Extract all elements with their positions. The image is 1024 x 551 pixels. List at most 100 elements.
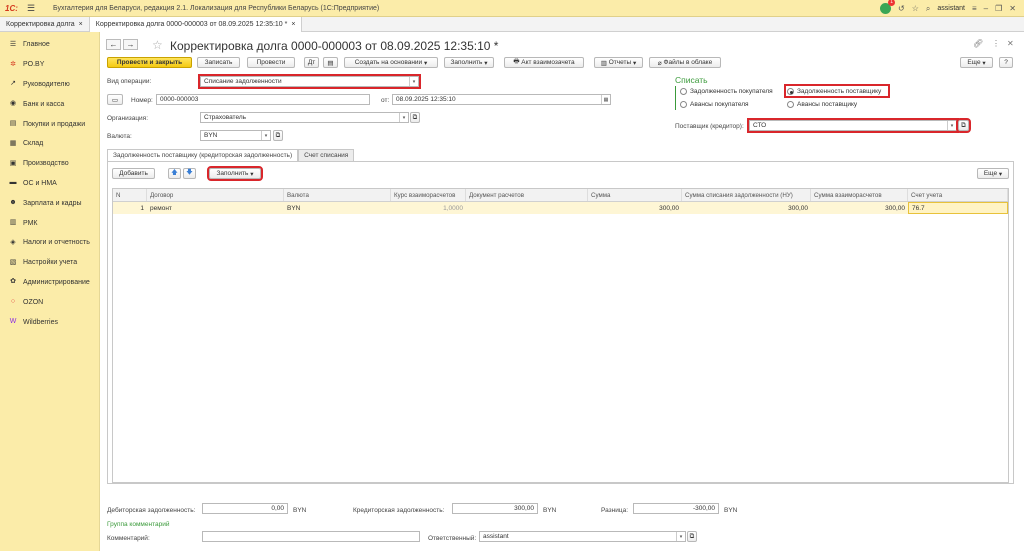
- column-header[interactable]: Сумма взаиморасчетов: [811, 189, 908, 201]
- sidebar-item-people[interactable]: ☻ Зарплата и кадры: [0, 193, 99, 213]
- table-more-button[interactable]: Еще ▾: [977, 168, 1009, 179]
- table-cell[interactable]: ремонт: [147, 202, 284, 214]
- date-field[interactable]: 08.09.2025 12:35:10 ▦: [392, 94, 611, 105]
- tab-debt-correction-doc[interactable]: Корректировка долга 0000-000003 от 08.09…: [89, 17, 303, 32]
- cloud-files-button[interactable]: ⌀ Файлы в облаке: [649, 57, 721, 68]
- sidebar-item-chart[interactable]: ↗ Руководителю: [0, 75, 99, 95]
- close-window-icon[interactable]: ✕: [1009, 4, 1016, 13]
- structure-icon[interactable]: ▤: [323, 57, 338, 68]
- dt-kt-icon[interactable]: Дт: [304, 57, 319, 68]
- column-header[interactable]: Сумма: [588, 189, 682, 201]
- table-cell[interactable]: 300,00: [682, 202, 811, 214]
- sidebar-item-warehouse[interactable]: ▦ Склад: [0, 134, 99, 154]
- table-cell[interactable]: 76.7: [908, 202, 1008, 214]
- history-icon[interactable]: ↺: [898, 4, 905, 13]
- dropdown-icon[interactable]: ▾: [676, 532, 685, 541]
- radio-supplier-advances[interactable]: Авансы поставщику: [787, 101, 857, 108]
- fill-button[interactable]: Заполнить ▾: [444, 57, 494, 68]
- sidebar-item-ozon[interactable]: ○ OZON: [0, 292, 99, 312]
- column-header[interactable]: Счет учета: [908, 189, 1008, 201]
- create-based-on-button[interactable]: Создать на основании ▾: [344, 57, 438, 68]
- back-button[interactable]: ←: [106, 39, 121, 50]
- forward-button[interactable]: →: [123, 39, 138, 50]
- favorites-icon[interactable]: ☆: [912, 4, 919, 13]
- move-down-icon[interactable]: 🡇: [183, 168, 196, 179]
- radio-supplier-debt[interactable]: Задолженность поставщику: [787, 88, 881, 95]
- sidebar-item-menu[interactable]: ☰ Главное: [0, 35, 99, 55]
- sidebar-item-label: ОС и НМА: [23, 179, 57, 187]
- table-fill-label: Заполнить: [216, 170, 249, 177]
- table-cell[interactable]: 300,00: [811, 202, 908, 214]
- column-header[interactable]: Валюта: [284, 189, 391, 201]
- sidebar-item-wildberries[interactable]: W Wildberries: [0, 312, 99, 332]
- more-actions-icon[interactable]: ⋮: [992, 39, 1000, 48]
- move-up-icon[interactable]: 🡅: [168, 168, 181, 179]
- more-button[interactable]: Еще ▾: [960, 57, 993, 68]
- sidebar-item-assets[interactable]: ▬ ОС и НМА: [0, 174, 99, 194]
- sidebar-item-star[interactable]: ✲ PO.BY: [0, 55, 99, 75]
- sidebar-item-tax[interactable]: ◈ Налоги и отчетность: [0, 233, 99, 253]
- post-and-close-button[interactable]: Провести и закрыть: [107, 57, 192, 68]
- reports-button[interactable]: ▥ Отчеты ▾: [594, 57, 643, 68]
- column-header[interactable]: N: [113, 189, 147, 201]
- close-tab-icon[interactable]: ×: [291, 21, 295, 28]
- sidebar-item-bank[interactable]: ◉ Банк и касса: [0, 94, 99, 114]
- dropdown-icon[interactable]: ▾: [409, 77, 418, 86]
- table-cell[interactable]: BYN: [284, 202, 391, 214]
- radio-customer-advances[interactable]: Авансы покупателя: [680, 101, 749, 108]
- search-icon[interactable]: ⌕: [926, 4, 930, 14]
- tab-debt-correction-list[interactable]: Корректировка долга ×: [0, 17, 90, 32]
- offset-act-button[interactable]: 🖶︎ Акт взаимозачета: [504, 57, 584, 68]
- open-responsible-icon[interactable]: ⧉: [687, 531, 697, 542]
- comment-input[interactable]: [202, 531, 420, 542]
- tab-supplier-debt[interactable]: Задолженность поставщику (кредиторская з…: [107, 149, 299, 161]
- sidebar-item-cart[interactable]: ▤ Покупки и продажи: [0, 114, 99, 134]
- tab-writeoff-account[interactable]: Счет списания: [298, 149, 355, 161]
- open-supplier-icon[interactable]: ⧉: [956, 118, 971, 133]
- operation-type-select[interactable]: Списание задолженности ▾: [198, 74, 421, 89]
- save-button[interactable]: Записать: [197, 57, 240, 68]
- open-organization-icon[interactable]: ⧉: [410, 112, 420, 123]
- table-row[interactable]: 1 ремонт BYN 1,0000 300,00 300,00 300,00 76.7: [113, 202, 1008, 214]
- table-cell[interactable]: 300,00: [588, 202, 682, 214]
- number-field[interactable]: 0000-000003: [156, 94, 370, 105]
- edit-number-icon[interactable]: ▭: [107, 94, 123, 105]
- notifications-icon[interactable]: 1: [880, 0, 896, 14]
- main-menu-icon[interactable]: ☰: [27, 3, 39, 14]
- table-cell[interactable]: 1,0000: [391, 202, 466, 214]
- supplier-select[interactable]: СТО ▾: [747, 118, 959, 133]
- help-button[interactable]: ?: [999, 57, 1013, 68]
- currency-select[interactable]: BYN ▾: [200, 130, 271, 141]
- post-button[interactable]: Провести: [247, 57, 295, 68]
- dropdown-icon[interactable]: ▾: [947, 121, 956, 130]
- open-currency-icon[interactable]: ⧉: [273, 130, 283, 141]
- calendar-icon[interactable]: ▦: [601, 95, 610, 104]
- minimize-icon[interactable]: ‒: [984, 4, 988, 13]
- favorite-star-icon[interactable]: ☆: [152, 38, 163, 52]
- comment-group-toggle[interactable]: Группа комментарий: [107, 521, 169, 528]
- page-title: Корректировка долга 0000-000003 от 08.09…: [170, 39, 499, 53]
- column-header[interactable]: Документ расчетов: [466, 189, 588, 201]
- responsible-select[interactable]: assistant ▾: [479, 531, 686, 542]
- dropdown-icon[interactable]: ▾: [399, 113, 408, 122]
- radio-customer-debt[interactable]: Задолженность покупателя: [680, 88, 773, 95]
- organization-select[interactable]: Страхователь ▾: [200, 112, 409, 123]
- table-cell[interactable]: 1: [113, 202, 147, 214]
- close-tab-icon[interactable]: ×: [79, 21, 83, 28]
- restore-icon[interactable]: ❐: [995, 4, 1002, 13]
- table-fill-button[interactable]: Заполнить ▾: [207, 166, 263, 181]
- dropdown-icon[interactable]: ▾: [261, 131, 270, 140]
- column-header[interactable]: Договор: [147, 189, 284, 201]
- sidebar-item-settings-doc[interactable]: ▧ Настройки учета: [0, 253, 99, 273]
- sidebar-item-factory[interactable]: ▣ Производство: [0, 154, 99, 174]
- add-row-button[interactable]: Добавить: [112, 168, 155, 179]
- close-form-icon[interactable]: ✕: [1007, 39, 1014, 48]
- sidebar-item-cashier[interactable]: ▥ РМК: [0, 213, 99, 233]
- table-cell[interactable]: [466, 202, 588, 214]
- current-user[interactable]: assistant: [937, 5, 965, 12]
- column-header[interactable]: Сумма списания задолженности (НУ): [682, 189, 811, 201]
- link-icon[interactable]: 🔗︎: [973, 39, 983, 48]
- sidebar-item-gear[interactable]: ✿ Администрирование: [0, 273, 99, 293]
- settings-menu-icon[interactable]: ≡: [972, 4, 977, 13]
- column-header[interactable]: Курс взаиморасчетов: [391, 189, 466, 201]
